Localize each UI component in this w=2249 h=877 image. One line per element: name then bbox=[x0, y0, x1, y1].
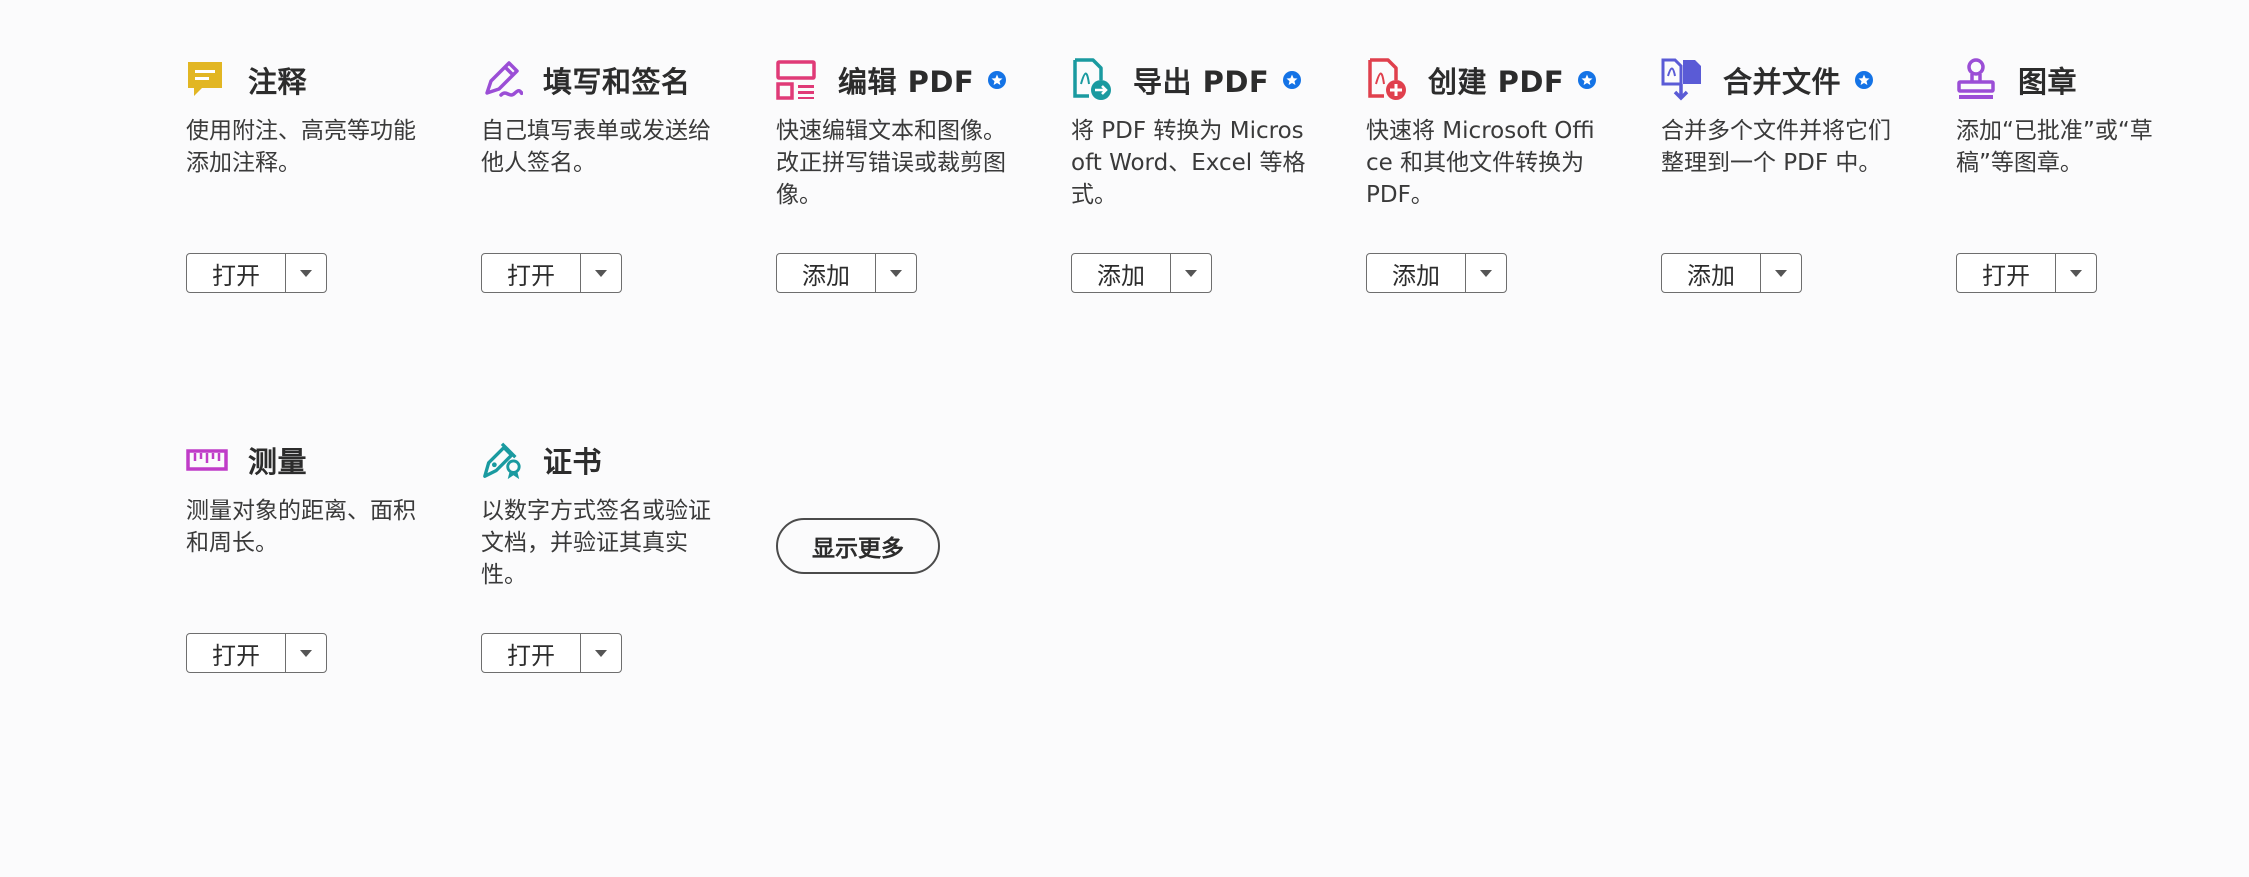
edit-pdf-icon bbox=[776, 57, 818, 103]
tool-edit-pdf: 编辑 PDF 快速编辑文本和图像。改正拼写错误或裁剪图像。 bbox=[776, 57, 1026, 225]
tool-title: 创建 PDF bbox=[1428, 65, 1565, 99]
tool-title: 测量 bbox=[248, 445, 308, 479]
fill-sign-open-button[interactable]: 打开 bbox=[481, 253, 622, 293]
tool-header: 证书 bbox=[481, 437, 731, 483]
chevron-down-icon[interactable] bbox=[2056, 254, 2096, 292]
premium-star-icon bbox=[1855, 71, 1874, 89]
export-pdf-add-button[interactable]: 添加 bbox=[1071, 253, 1212, 293]
create-pdf-icon bbox=[1366, 57, 1408, 103]
combine-files-add-button[interactable]: 添加 bbox=[1661, 253, 1802, 293]
chevron-down-icon[interactable] bbox=[286, 254, 326, 292]
certificates-open-button[interactable]: 打开 bbox=[481, 633, 622, 673]
tool-description: 将 PDF 转换为 Microsoft Word、Excel 等格式。 bbox=[1071, 118, 1306, 208]
tool-title: 填写和签名 bbox=[543, 65, 691, 99]
tool-measure: 测量 测量对象的距离、面积和周长。 bbox=[186, 437, 436, 605]
show-more-button[interactable]: 显示更多 bbox=[776, 518, 940, 574]
tool-create-pdf: 创建 PDF 快速将 Microsoft Office 和其他文件转换为 PDF… bbox=[1366, 57, 1616, 225]
tool-fill-sign: 填写和签名 自己填写表单或发送给他人签名。 bbox=[481, 57, 731, 225]
chevron-down-icon[interactable] bbox=[1466, 254, 1506, 292]
edit-pdf-add-button[interactable]: 添加 bbox=[776, 253, 917, 293]
premium-star-icon bbox=[1578, 71, 1597, 89]
tool-description: 测量对象的距离、面积和周长。 bbox=[186, 498, 416, 556]
chevron-down-icon[interactable] bbox=[1761, 254, 1801, 292]
tool-header: 填写和签名 bbox=[481, 57, 731, 103]
tool-description: 快速将 Microsoft Office 和其他文件转换为 PDF。 bbox=[1366, 118, 1595, 208]
chevron-down-icon[interactable] bbox=[286, 634, 326, 672]
tool-header: 创建 PDF bbox=[1366, 57, 1616, 103]
tool-certificates: 证书 以数字方式签名或验证文档，并验证其真实性。 bbox=[481, 437, 731, 605]
certificate-pen-icon bbox=[481, 437, 523, 483]
split-button-main[interactable]: 添加 bbox=[1662, 254, 1761, 292]
tool-export-pdf: 导出 PDF 将 PDF 转换为 Microsoft Word、Excel 等格… bbox=[1071, 57, 1321, 225]
premium-star-icon bbox=[988, 71, 1007, 89]
tool-header: 编辑 PDF bbox=[776, 57, 1026, 103]
create-pdf-add-button[interactable]: 添加 bbox=[1366, 253, 1507, 293]
tool-header: 合并文件 bbox=[1661, 57, 1911, 103]
tool-stamp: 图章 添加“已批准”或“草稿”等图章。 bbox=[1956, 57, 2206, 225]
tool-description: 自己填写表单或发送给他人签名。 bbox=[481, 118, 711, 176]
tool-title: 编辑 PDF bbox=[838, 65, 975, 99]
tool-title: 图章 bbox=[2018, 65, 2078, 99]
tool-comment: 注释 使用附注、高亮等功能添加注释。 bbox=[186, 57, 436, 225]
export-pdf-icon bbox=[1071, 57, 1113, 103]
tool-header: 注释 bbox=[186, 57, 436, 103]
tool-description: 合并多个文件并将它们整理到一个 PDF 中。 bbox=[1661, 118, 1891, 176]
split-button-main[interactable]: 添加 bbox=[777, 254, 876, 292]
tool-header: 图章 bbox=[1956, 57, 2206, 103]
split-button-main[interactable]: 打开 bbox=[187, 634, 286, 672]
tool-title: 注释 bbox=[248, 65, 308, 99]
combine-files-icon bbox=[1661, 57, 1703, 103]
tool-header: 测量 bbox=[186, 437, 436, 483]
split-button-main[interactable]: 打开 bbox=[187, 254, 286, 292]
split-button-main[interactable]: 打开 bbox=[1957, 254, 2056, 292]
comment-icon bbox=[186, 57, 228, 103]
tool-combine-files: 合并文件 合并多个文件并将它们整理到一个 PDF 中。 bbox=[1661, 57, 1911, 225]
stamp-icon bbox=[1956, 57, 1998, 103]
chevron-down-icon[interactable] bbox=[1171, 254, 1211, 292]
split-button-main[interactable]: 添加 bbox=[1072, 254, 1171, 292]
tool-description: 添加“已批准”或“草稿”等图章。 bbox=[1956, 118, 2153, 176]
tool-description: 快速编辑文本和图像。改正拼写错误或裁剪图像。 bbox=[776, 118, 1006, 208]
tool-title: 合并文件 bbox=[1723, 65, 1842, 99]
tool-description: 使用附注、高亮等功能添加注释。 bbox=[186, 118, 416, 176]
tool-title: 证书 bbox=[543, 445, 603, 479]
stamp-open-button[interactable]: 打开 bbox=[1956, 253, 2097, 293]
comment-open-button[interactable]: 打开 bbox=[186, 253, 327, 293]
ruler-icon bbox=[186, 437, 228, 483]
chevron-down-icon[interactable] bbox=[876, 254, 916, 292]
measure-open-button[interactable]: 打开 bbox=[186, 633, 327, 673]
fill-sign-icon bbox=[481, 57, 523, 103]
split-button-main[interactable]: 添加 bbox=[1367, 254, 1466, 292]
chevron-down-icon[interactable] bbox=[581, 634, 621, 672]
tool-header: 导出 PDF bbox=[1071, 57, 1321, 103]
premium-star-icon bbox=[1283, 71, 1302, 89]
tool-title: 导出 PDF bbox=[1133, 65, 1270, 99]
chevron-down-icon[interactable] bbox=[581, 254, 621, 292]
tool-description: 以数字方式签名或验证文档，并验证其真实性。 bbox=[481, 498, 711, 588]
split-button-main[interactable]: 打开 bbox=[482, 254, 581, 292]
split-button-main[interactable]: 打开 bbox=[482, 634, 581, 672]
